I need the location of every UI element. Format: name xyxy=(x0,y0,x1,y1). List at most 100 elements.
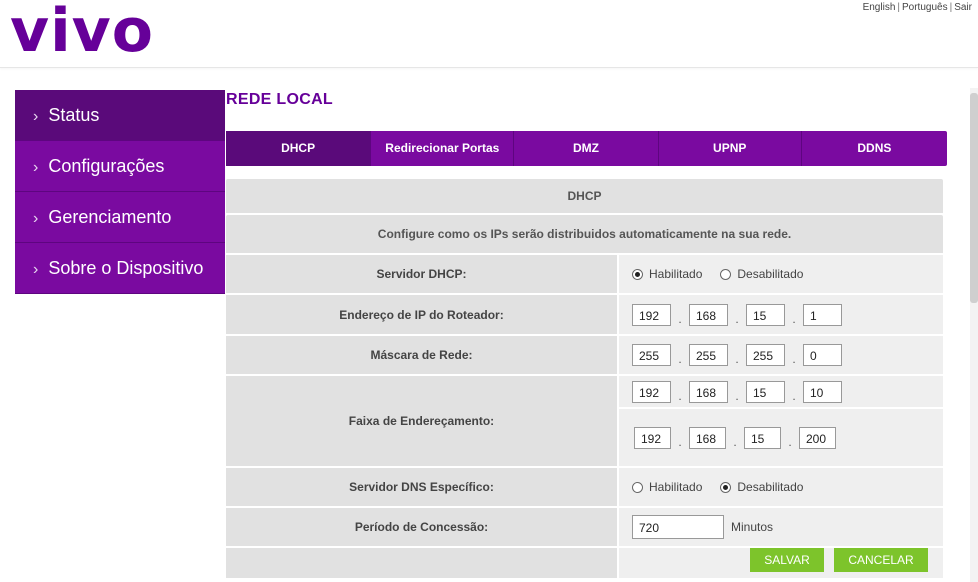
dot-separator: . xyxy=(792,352,796,366)
lang-portugues-link[interactable]: Português xyxy=(902,2,948,13)
vivo-logo[interactable]: vivo xyxy=(10,0,154,66)
router-ip-inputs: 192. 168. 15. 1 xyxy=(619,295,943,334)
dhcp-enabled-radio[interactable]: Habilitado xyxy=(632,267,702,281)
netmask-octet-3[interactable]: 255 xyxy=(746,344,785,366)
ip-input-group: 192. 168. 15. 10 xyxy=(632,380,842,403)
page-title: REDE LOCAL xyxy=(226,91,333,108)
field-label: Máscara de Rede: xyxy=(226,336,619,374)
netmask-octet-2[interactable]: 255 xyxy=(689,344,728,366)
sidebar-item-label: Gerenciamento xyxy=(48,207,172,227)
radio-selected-icon xyxy=(720,481,732,493)
netmask-row: Máscara de Rede: 255. 255. 255. 0 xyxy=(226,336,943,376)
dot-separator: . xyxy=(788,434,792,449)
sidebar-item-label: Configurações xyxy=(48,156,165,176)
dot-separator: . xyxy=(733,434,737,449)
ip-input-group: 255. 255. 255. 0 xyxy=(632,344,842,366)
dot-separator: . xyxy=(678,311,682,326)
lease-row: Período de Concessão: 720 Minutos xyxy=(226,508,943,548)
dhcp-server-options: Habilitado Desabilitado xyxy=(619,255,943,293)
field-label: Servidor DNS Específico: xyxy=(226,468,619,506)
range-end-octet-3[interactable]: 15 xyxy=(744,426,781,449)
dns-disabled-radio[interactable]: Desabilitado xyxy=(720,480,803,494)
router-ip-octet-2[interactable]: 168 xyxy=(689,303,728,326)
cancel-button[interactable]: CANCELAR xyxy=(834,548,928,572)
field-label: Endereço de IP do Roteador: xyxy=(226,295,619,334)
dns-server-row: Servidor DNS Específico: Habilitado Desa… xyxy=(226,468,943,508)
range-end-octet-4[interactable]: 200 xyxy=(799,426,836,449)
dot-separator: . xyxy=(792,311,796,326)
netmask-inputs: 255. 255. 255. 0 xyxy=(619,336,943,374)
logout-link[interactable]: Sair xyxy=(954,2,972,13)
dot-separator: . xyxy=(792,388,796,403)
radio-label: Desabilitado xyxy=(737,267,804,281)
field-label: Faixa de Endereçamento: xyxy=(226,376,619,466)
dot-separator: . xyxy=(735,388,739,403)
lease-unit: Minutos xyxy=(731,520,774,534)
section-description: Configure como os IPs serão distribuidos… xyxy=(226,215,943,255)
lease-input-cell: 720 Minutos xyxy=(619,508,943,546)
sidebar-item-configuracoes[interactable]: › Configurações xyxy=(15,141,225,192)
sidebar-item-status[interactable]: › Status xyxy=(15,90,225,141)
sidebar-item-label: Status xyxy=(48,105,100,125)
scrollbar[interactable] xyxy=(970,88,978,582)
dhcp-form: DHCP Configure como os IPs serão distrib… xyxy=(226,179,943,580)
tab-redirecionar-portas[interactable]: Redirecionar Portas xyxy=(371,131,515,166)
address-range-row: Faixa de Endereçamento: 192. 168. 15. 10… xyxy=(226,376,943,468)
address-range-inputs: 192. 168. 15. 10 192. 168. 15. 200 xyxy=(619,376,943,466)
scrollbar-thumb[interactable] xyxy=(970,93,978,303)
sidebar-item-gerenciamento[interactable]: › Gerenciamento xyxy=(15,192,225,243)
tab-bar: DHCP Redirecionar Portas DMZ UPNP DDNS xyxy=(226,131,947,166)
range-end: 192. 168. 15. 200 xyxy=(619,409,943,466)
dot-separator: . xyxy=(735,352,739,366)
netmask-octet-4[interactable]: 0 xyxy=(803,344,842,366)
header: vivo English | Português | Sair xyxy=(0,0,978,68)
chevron-right-icon: › xyxy=(33,159,39,176)
lease-time-input[interactable]: 720 xyxy=(632,515,724,539)
chevron-right-icon: › xyxy=(33,108,39,125)
range-start-octet-4[interactable]: 10 xyxy=(803,380,842,403)
radio-label: Habilitado xyxy=(649,267,703,281)
radio-label: Habilitado xyxy=(649,480,703,494)
dot-separator: . xyxy=(678,434,682,449)
range-start-octet-3[interactable]: 15 xyxy=(746,380,785,403)
router-ip-octet-4[interactable]: 1 xyxy=(803,303,842,326)
language-links: English | Português | Sair xyxy=(863,2,972,13)
sidebar-item-sobre-dispositivo[interactable]: › Sobre o Dispositivo xyxy=(15,243,225,294)
chevron-right-icon: › xyxy=(33,210,39,227)
dot-separator: . xyxy=(678,352,682,366)
ip-input-group: 192. 168. 15. 1 xyxy=(632,303,842,326)
sidebar-item-label: Sobre o Dispositivo xyxy=(48,258,204,278)
router-ip-octet-3[interactable]: 15 xyxy=(746,303,785,326)
separator: | xyxy=(897,2,900,13)
router-ip-row: Endereço de IP do Roteador: 192. 168. 15… xyxy=(226,295,943,336)
dns-enabled-radio[interactable]: Habilitado xyxy=(632,480,702,494)
empty-cell xyxy=(226,548,619,578)
dhcp-server-row: Servidor DHCP: Habilitado Desabilitado xyxy=(226,255,943,295)
router-ip-octet-1[interactable]: 192 xyxy=(632,303,671,326)
tab-dmz[interactable]: DMZ xyxy=(514,131,659,166)
ip-input-group: 192. 168. 15. 200 xyxy=(634,426,836,449)
range-end-octet-1[interactable]: 192 xyxy=(634,426,671,449)
radio-unselected-icon xyxy=(632,481,643,493)
section-title: DHCP xyxy=(226,179,943,215)
sidebar-menu: › Status › Configurações › Gerenciamento › S… xyxy=(15,90,225,294)
field-label: Servidor DHCP: xyxy=(226,255,619,293)
dns-server-options: Habilitado Desabilitado xyxy=(619,468,943,506)
radio-unselected-icon xyxy=(720,268,732,280)
range-end-octet-2[interactable]: 168 xyxy=(689,426,726,449)
radio-selected-icon xyxy=(632,268,643,280)
radio-label: Desabilitado xyxy=(737,480,804,494)
range-start-octet-2[interactable]: 168 xyxy=(689,380,728,403)
field-label: Período de Concessão: xyxy=(226,508,619,546)
dhcp-disabled-radio[interactable]: Desabilitado xyxy=(720,267,803,281)
tab-upnp[interactable]: UPNP xyxy=(659,131,802,166)
dot-separator: . xyxy=(678,388,682,403)
tab-dhcp[interactable]: DHCP xyxy=(226,131,372,166)
tab-ddns[interactable]: DDNS xyxy=(802,131,947,166)
dot-separator: . xyxy=(735,311,739,326)
save-button[interactable]: SALVAR xyxy=(750,548,824,572)
netmask-octet-1[interactable]: 255 xyxy=(632,344,671,366)
lang-english-link[interactable]: English xyxy=(863,2,896,13)
range-start-octet-1[interactable]: 192 xyxy=(632,380,671,403)
chevron-right-icon: › xyxy=(33,261,39,278)
